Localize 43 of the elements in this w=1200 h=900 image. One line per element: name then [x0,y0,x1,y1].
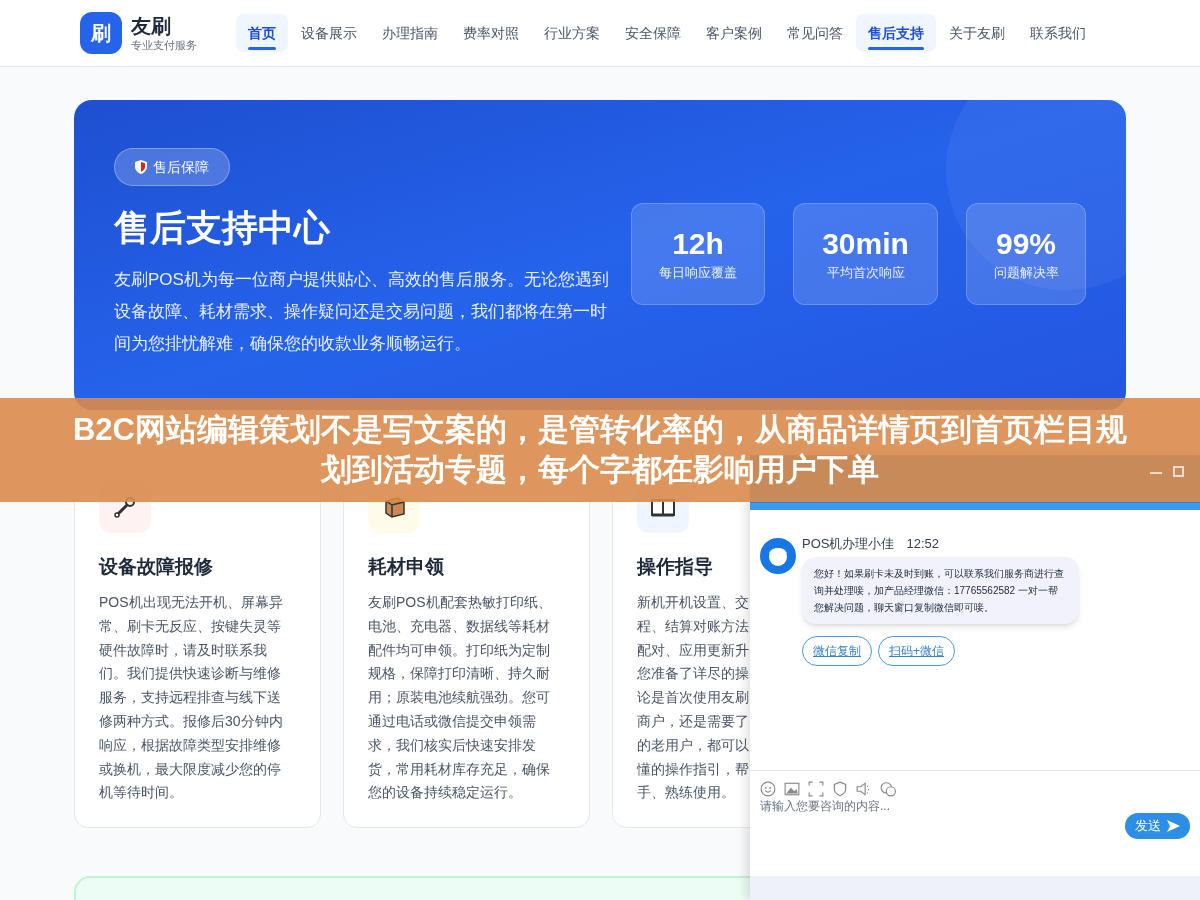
nav-tab[interactable]: 关于友刷 [937,14,1017,52]
overlay-caption: B2C网站编辑策划不是写文案的，是管转化率的，从商品详情页到首页栏目规划到活动专题，每个字都在影响用户下单 [72,411,1128,489]
brand-name: 友刷 [131,13,172,39]
message-input[interactable]: 请输入您要咨询的内容... [760,797,1125,815]
message-time: 12:52 [906,535,939,553]
card-title: 操作指导 [637,555,713,579]
stat-label: 平均首次响应 [826,264,905,283]
agent-avatar-icon [760,538,796,574]
card-title: 设备故障报修 [99,555,213,579]
stat-label: 每日响应覆盖 [659,264,737,283]
nav-tab[interactable]: 常见问答 [775,14,855,52]
card-description: 友刷POS机配套热敏打印纸、 电池、充电器、数据线等耗材 配件均可申领。打印纸为定制 规格，保障打印清晰、持久耐 用；原装电池续航强劲。您可 通过电话或微信提交申领需 求，我们核实后快速安排发 货，常用耗材库存充足，确保 您的设备持续稳定运行。 [368,593,552,803]
send-icon [1167,820,1180,832]
card-title: 耗材申领 [368,555,444,579]
shield-icon [135,160,147,174]
message-bubble: 您好！如果刷卡未及时到账，可以联系我们服务商进行查询并处理唼，加产品经理微信：17765562582 一对一帮您解决问题，聊天窗口复制微信即可唼。 [802,557,1079,624]
stat-value: 12h [672,226,724,263]
stat-value: 99% [995,226,1056,263]
nav-tab[interactable]: 费率对照 [451,14,531,52]
sender-name: POS机办理小佳 [802,535,895,553]
hero-badge: 售后保障 [114,148,230,186]
crop-icon[interactable] [808,781,824,797]
hero-description: 友刷POS机为每一位商户提供贴心、高效的售后服务。无论您遇到设备故障、耗材需求、操作疑问还是交易问题，我们都将在第一时间为您排忧解难，确保您的收款业务顺畅运行。 [114,269,610,355]
stat-value: 30min [822,226,909,263]
stat-label: 问题解决率 [993,264,1059,283]
hero-title: 售后支持中心 [114,206,331,250]
logo-mark: 刷 [80,12,122,54]
nav-tab[interactable]: 客户案例 [694,14,774,52]
shield-icon[interactable] [832,781,848,797]
nav-tab[interactable]: 行业方案 [532,14,612,52]
nav-tab[interactable]: 设备展示 [289,14,369,52]
smiley-icon[interactable] [760,781,776,797]
speaker-icon[interactable] [856,781,872,797]
nav-tab[interactable]: 安全保障 [613,14,693,52]
card-description: 新机开机设置、交 程、结算对账方法 配对、应用更新升 您准备了详尽的操 论是首次使用友刷 商户，还是需要了 的老用户，都可以 懂的操作指引，帮 手、熟练使用。 [637,593,749,803]
brand-tagline: 专业支付服务 [131,38,197,53]
chat-bubbles-icon[interactable] [880,781,896,797]
nav-tab[interactable]: 首页 [236,14,288,52]
nav-tab[interactable]: 办理指南 [370,14,450,52]
image-icon[interactable] [784,781,800,797]
nav-tab[interactable]: 售后支持 [856,14,936,52]
card-description: POS机出现无法开机、屏幕异 常、刷卡无反应、按键失灵等 硬件故障时，请及时联系我 们。我们提供快速诊断与维修 服务，支持远程排查与线下送 修两种方式。报修后30分钟内 响应，根据故障类型安排维修 或换机，最大限度减少您的停 机等待时间。 [99,593,283,803]
nav-tab[interactable]: 联系我们 [1018,14,1098,52]
